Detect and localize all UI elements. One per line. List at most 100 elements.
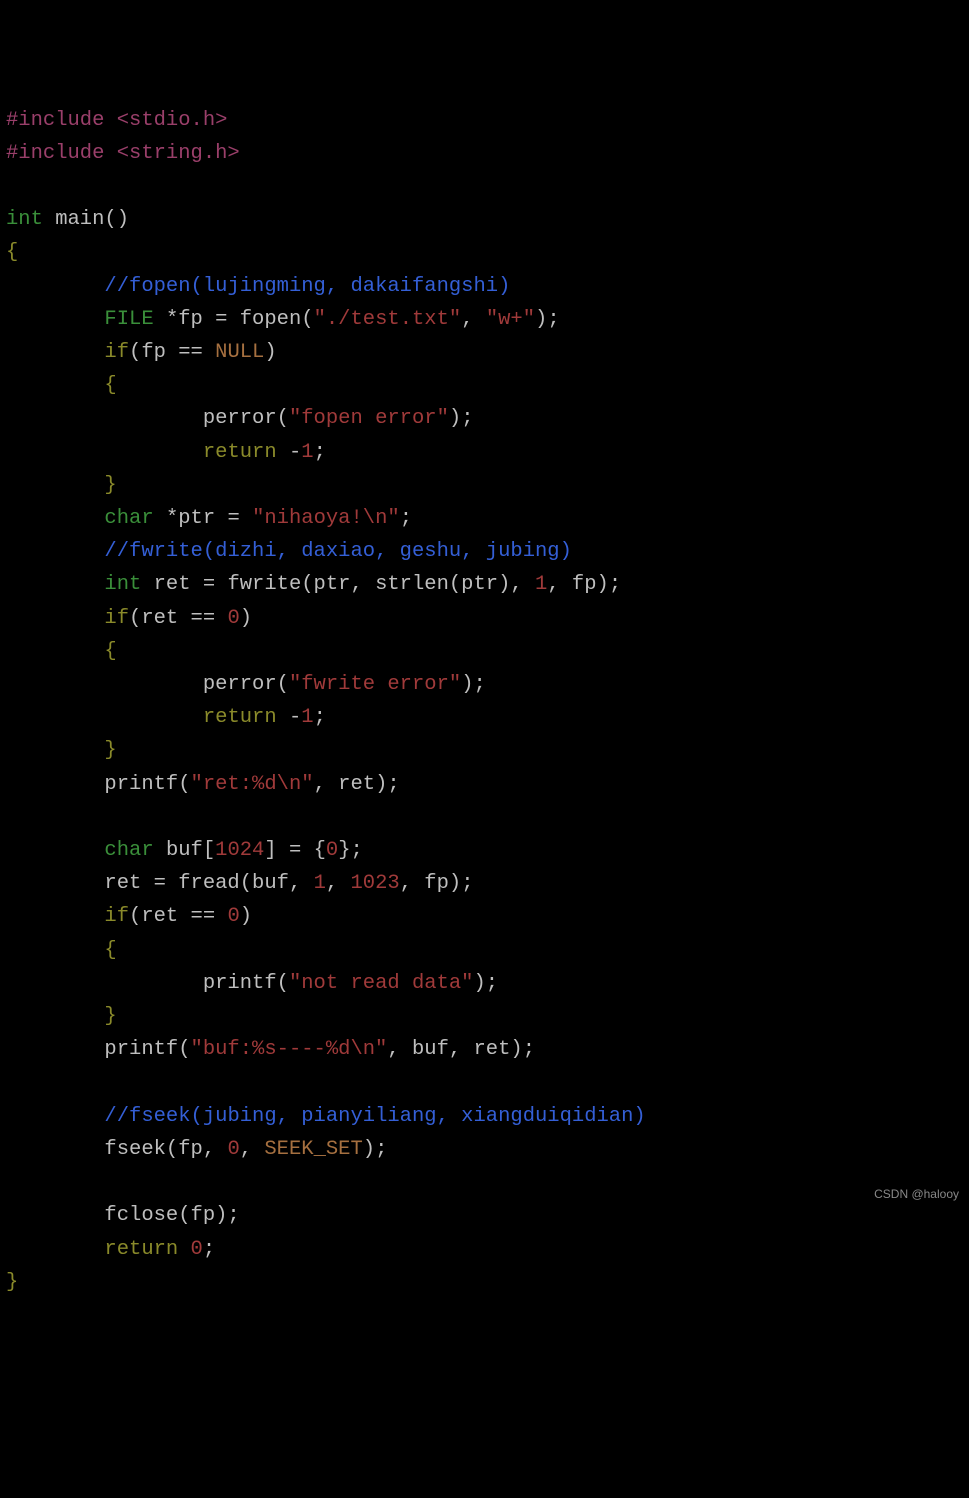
code-token: {	[6, 241, 18, 264]
code-token: 1	[535, 573, 547, 596]
code-token: );	[461, 673, 486, 696]
code-token: };	[338, 839, 363, 862]
code-token: {	[104, 939, 116, 962]
code-token: //fwrite(dizhi, daxiao, geshu, jubing)	[104, 540, 571, 563]
code-token	[6, 474, 104, 497]
code-token: SEEK_SET	[264, 1138, 362, 1161]
code-token: 1023	[350, 872, 399, 895]
code-block: #include <stdio.h> #include <string.h> i…	[6, 104, 963, 1299]
code-token	[6, 607, 104, 630]
code-token: 0	[227, 1138, 239, 1161]
code-token: "fopen error"	[289, 407, 449, 430]
code-token: -	[277, 706, 302, 729]
code-token	[6, 573, 104, 596]
code-token: main	[43, 208, 105, 231]
code-token: {	[104, 374, 116, 397]
code-token: ,	[326, 872, 351, 895]
code-token: , fp);	[547, 573, 621, 596]
code-token: }	[104, 1005, 116, 1028]
code-token: int	[104, 573, 141, 596]
code-token: 1024	[215, 839, 264, 862]
code-token: "./test.txt"	[314, 308, 462, 331]
code-token	[6, 540, 104, 563]
code-token: printf(	[6, 1038, 191, 1061]
code-token: char	[104, 507, 153, 530]
code-token: return	[104, 1238, 178, 1261]
code-token	[6, 939, 104, 962]
code-token	[6, 739, 104, 762]
code-token: }	[6, 1271, 18, 1294]
code-token: "ret:%d\n"	[191, 773, 314, 796]
code-token	[6, 441, 203, 464]
code-token: printf(	[6, 773, 191, 796]
code-token	[6, 507, 104, 530]
code-token: *fp = fopen(	[154, 308, 314, 331]
code-token: "fwrite error"	[289, 673, 461, 696]
code-token: 0	[326, 839, 338, 862]
code-token: #include	[6, 109, 117, 132]
code-token: fseek(fp,	[6, 1138, 227, 1161]
code-token: fclose(fp);	[6, 1204, 240, 1227]
code-token: )	[240, 905, 252, 928]
code-token: ] = {	[264, 839, 326, 862]
code-token: )	[264, 341, 276, 364]
code-token: ret = fread(buf,	[6, 872, 314, 895]
code-token: "nihaoya!\n"	[252, 507, 400, 530]
code-token	[6, 1105, 104, 1128]
code-token: );	[535, 308, 560, 331]
code-token: FILE	[104, 308, 153, 331]
code-token: buf[	[154, 839, 216, 862]
code-token	[6, 905, 104, 928]
code-token	[6, 308, 104, 331]
code-token: , buf, ret);	[387, 1038, 535, 1061]
code-token: );	[449, 407, 474, 430]
code-token: if	[104, 341, 129, 364]
code-token: "w+"	[486, 308, 535, 331]
code-token: if	[104, 607, 129, 630]
code-token	[6, 374, 104, 397]
code-token: );	[363, 1138, 388, 1161]
code-token	[178, 1238, 190, 1261]
code-token: char	[104, 839, 153, 862]
code-token: 0	[227, 607, 239, 630]
code-token: ,	[240, 1138, 265, 1161]
code-token: ()	[104, 208, 129, 231]
code-token: <stdio.h>	[117, 109, 228, 132]
code-token: *ptr =	[154, 507, 252, 530]
code-token: (ret ==	[129, 905, 227, 928]
code-token: #include	[6, 142, 117, 165]
code-token: 0	[227, 905, 239, 928]
code-token	[6, 706, 203, 729]
code-token	[6, 1005, 104, 1028]
code-token: return	[203, 441, 277, 464]
code-token: "not read data"	[289, 972, 474, 995]
code-token: -	[277, 441, 302, 464]
code-token	[6, 640, 104, 663]
code-token: ;	[203, 1238, 215, 1261]
code-token: (ret ==	[129, 607, 227, 630]
code-token: }	[104, 739, 116, 762]
code-token: NULL	[215, 341, 264, 364]
code-token: , fp);	[400, 872, 474, 895]
code-token: int	[6, 208, 43, 231]
code-token	[6, 275, 104, 298]
code-token: (fp ==	[129, 341, 215, 364]
code-token: if	[104, 905, 129, 928]
code-token: }	[104, 474, 116, 497]
code-token: )	[240, 607, 252, 630]
code-token: 1	[301, 441, 313, 464]
code-token: {	[104, 640, 116, 663]
code-token: //fseek(jubing, pianyiliang, xiangduiqid…	[104, 1105, 645, 1128]
code-token: //fopen(lujingming, dakaifangshi)	[104, 275, 510, 298]
code-token: ,	[461, 308, 486, 331]
code-token: ;	[400, 507, 412, 530]
code-token: "buf:%s----%d\n"	[191, 1038, 388, 1061]
code-token: perror(	[6, 407, 289, 430]
code-token: 0	[191, 1238, 203, 1261]
code-token: 1	[314, 872, 326, 895]
code-token: , ret);	[314, 773, 400, 796]
watermark-text: CSDN @halooy	[874, 1185, 959, 1204]
code-token: perror(	[6, 673, 289, 696]
code-token: <string.h>	[117, 142, 240, 165]
code-token	[6, 341, 104, 364]
